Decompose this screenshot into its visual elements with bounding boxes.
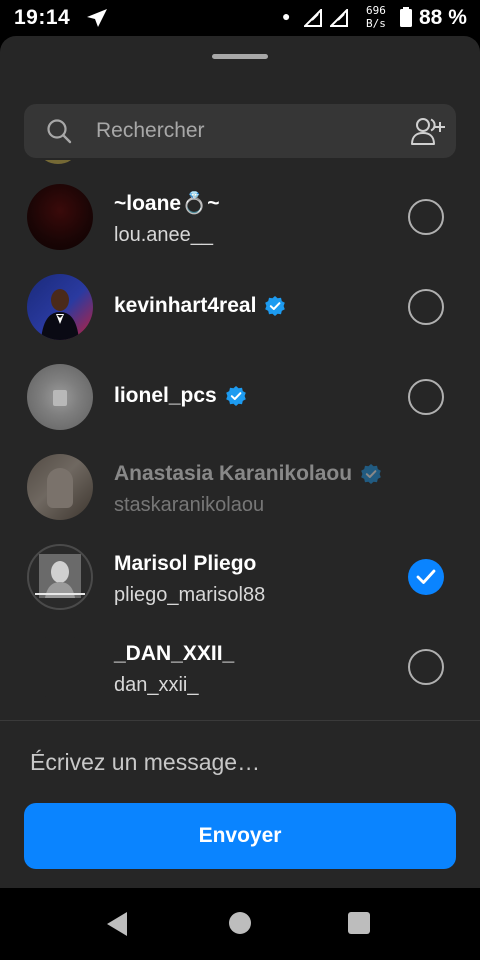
select-radio[interactable]	[408, 379, 444, 415]
share-sheet: ~loane💍~ lou.anee__	[0, 36, 480, 888]
avatar-image	[53, 390, 67, 406]
verified-badge-icon	[361, 464, 381, 484]
contact-row[interactable]: kevinhart4real	[0, 262, 480, 352]
search-bar	[24, 104, 456, 158]
contact-row[interactable]: Marisol Pliego pliego_marisol88	[0, 532, 480, 622]
verified-badge-icon	[225, 386, 246, 406]
avatar	[27, 364, 93, 430]
contact-username: dan_xxii_	[114, 674, 199, 696]
signal-icon-2	[330, 9, 348, 27]
checkmark-icon	[416, 569, 436, 584]
contact-name: kevinhart4real	[114, 294, 286, 318]
notification-dot-icon: ●	[282, 8, 291, 24]
recents-icon[interactable]	[348, 912, 370, 934]
select-radio-checked[interactable]	[408, 559, 444, 595]
contact-row[interactable]: ~loane💍~ lou.anee__	[0, 172, 480, 262]
contact-username: pliego_marisol88	[114, 584, 266, 606]
contact-name: ~loane💍~	[114, 192, 220, 215]
contact-row[interactable]: lionel_pcs	[0, 352, 480, 442]
sheet-grabber[interactable]	[212, 54, 268, 59]
avatar	[27, 544, 93, 610]
network-speed-value: 696	[366, 4, 386, 17]
avatar	[27, 454, 93, 520]
contact-row[interactable]: _DAN_XXII_ dan_xxii_	[0, 622, 480, 712]
contact-name: Anastasia Karanikolaou	[114, 462, 382, 486]
network-speed-unit: B/s	[366, 17, 386, 30]
select-radio[interactable]	[408, 289, 444, 325]
avatar-image	[47, 468, 73, 508]
status-bar: 19:14 ● 696 B/s 88 %	[0, 0, 480, 36]
contact-name: lionel_pcs	[114, 384, 247, 408]
network-speed: 696 B/s	[366, 4, 386, 30]
search-icon	[47, 119, 72, 144]
navigation-arrow-icon	[87, 9, 107, 27]
signal-icon	[304, 9, 322, 27]
search-input[interactable]	[96, 104, 396, 158]
message-input[interactable]	[30, 740, 450, 784]
avatar-image	[29, 546, 91, 608]
send-button[interactable]: Envoyer	[24, 803, 456, 869]
verified-badge-icon	[265, 296, 286, 316]
back-icon[interactable]	[106, 911, 128, 937]
contact-name: Marisol Pliego	[114, 552, 257, 575]
avatar	[27, 274, 93, 340]
divider	[0, 720, 480, 721]
navigation-bar	[0, 888, 480, 960]
avatar-partial	[40, 160, 76, 164]
status-time: 19:14	[14, 6, 71, 29]
contact-list: ~loane💍~ lou.anee__ kevinhart4real lione…	[0, 160, 480, 720]
select-radio[interactable]	[408, 199, 444, 235]
add-people-icon[interactable]	[410, 116, 446, 146]
contact-row[interactable]: Anastasia Karanikolaou staskaranikolaou	[0, 442, 480, 532]
contact-username: staskaranikolaou	[114, 494, 265, 516]
contact-username: lou.anee__	[114, 224, 213, 246]
battery-icon	[400, 7, 412, 27]
battery-percent: 88 %	[419, 6, 467, 29]
select-radio[interactable]	[408, 649, 444, 685]
contact-name: _DAN_XXII_	[114, 642, 235, 665]
home-icon[interactable]	[229, 912, 251, 934]
avatar-image	[27, 274, 93, 340]
avatar	[27, 634, 93, 700]
avatar	[27, 184, 93, 250]
